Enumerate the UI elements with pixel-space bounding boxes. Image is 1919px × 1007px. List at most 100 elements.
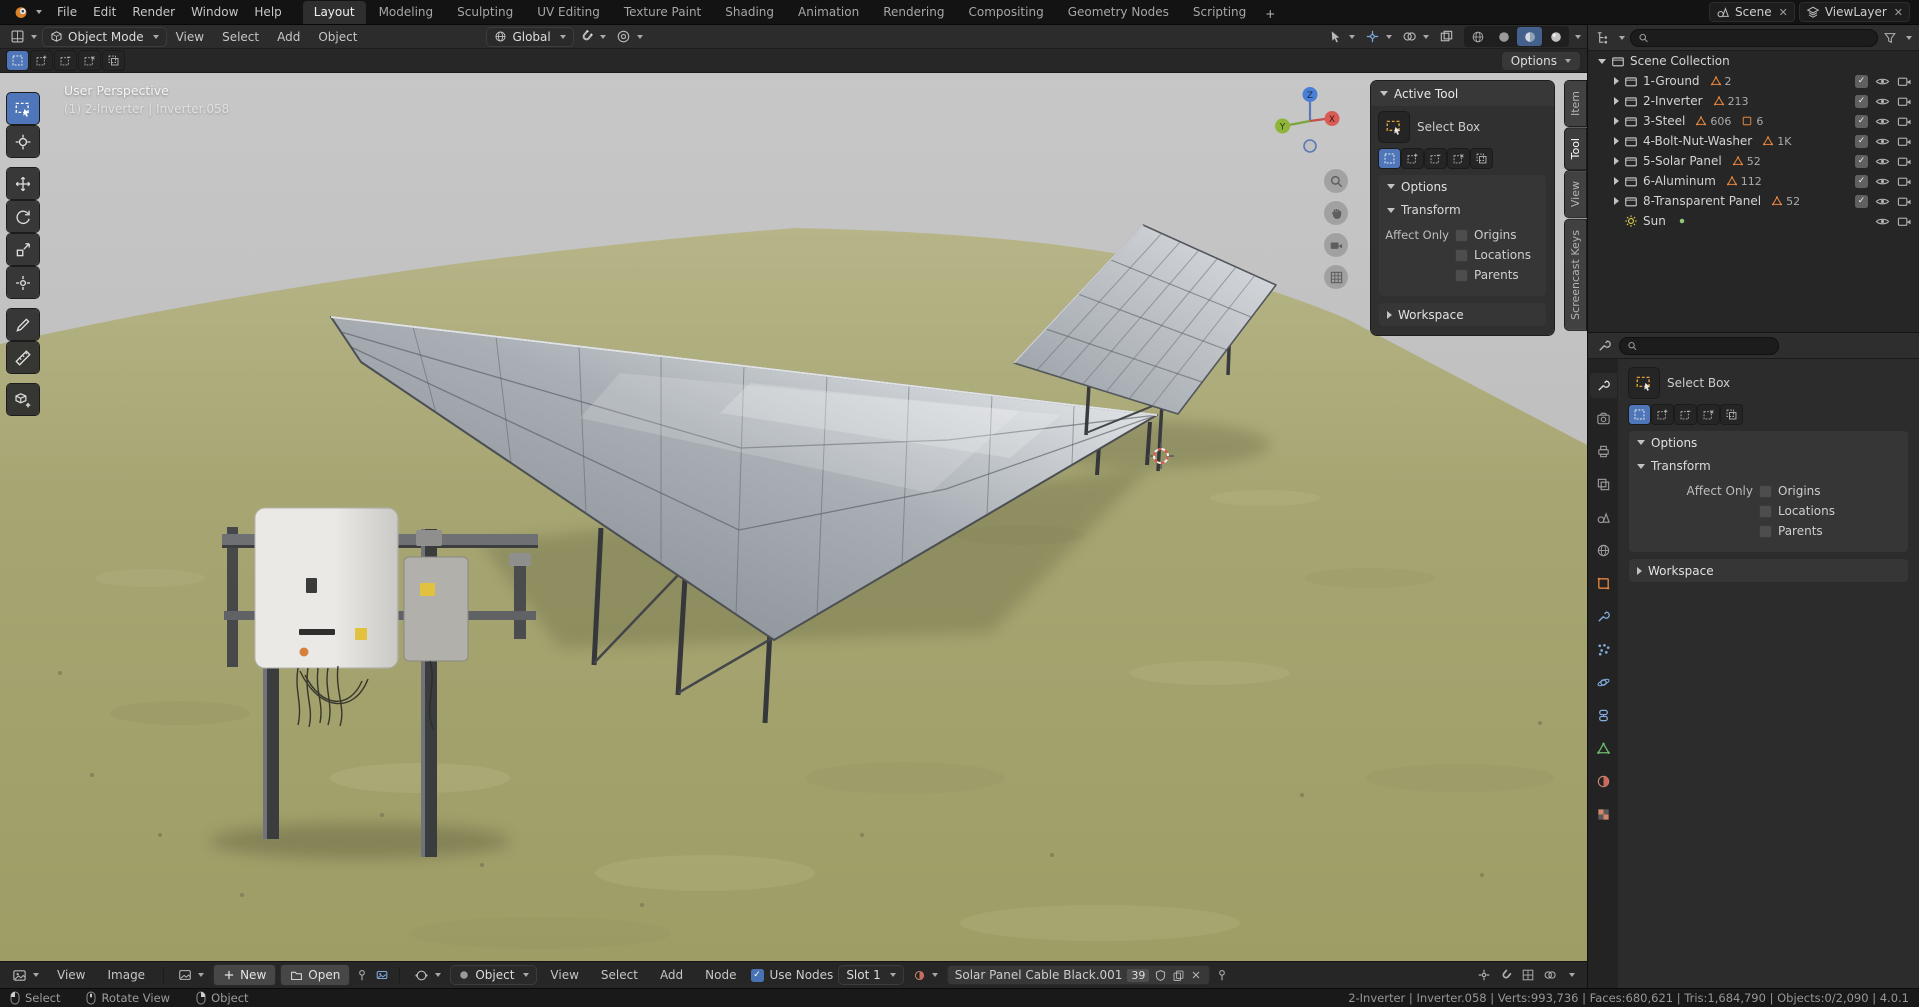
navigation-gizmo[interactable]: Z Y X bbox=[1268, 79, 1352, 163]
chevron-down-icon[interactable] bbox=[1619, 35, 1625, 40]
tab-compositing[interactable]: Compositing bbox=[957, 1, 1054, 24]
active-tool-button[interactable] bbox=[1629, 368, 1659, 398]
material-name-field[interactable]: Solar Panel Cable Black.001 39 bbox=[947, 966, 1210, 984]
sidebar-tab-tool[interactable]: Tool bbox=[1565, 128, 1586, 170]
expand-arrow-icon[interactable] bbox=[1614, 157, 1619, 165]
active-tool-panel-header[interactable]: Active Tool bbox=[1371, 81, 1554, 106]
shader-type-dropdown[interactable]: Object bbox=[451, 966, 537, 984]
menu-view[interactable]: View bbox=[168, 27, 212, 47]
tool-rotate[interactable] bbox=[7, 201, 39, 232]
pin-icon[interactable] bbox=[355, 968, 369, 982]
tool-annotate[interactable] bbox=[7, 309, 39, 340]
expand-arrow-icon[interactable] bbox=[1598, 58, 1606, 64]
use-nodes-checkbox[interactable]: ✓ bbox=[750, 968, 764, 982]
select-mode-extend-button[interactable] bbox=[1402, 149, 1423, 168]
material-users-badge[interactable]: 39 bbox=[1127, 968, 1150, 982]
outliner-row-ground[interactable]: 1-Ground 2 ✓ bbox=[1588, 71, 1919, 91]
duplicate-data-icon[interactable] bbox=[1172, 969, 1185, 982]
select-mode-subtract-button[interactable] bbox=[1675, 405, 1696, 424]
menu-image-view[interactable]: View bbox=[49, 965, 93, 985]
hide-viewport-icon[interactable] bbox=[1875, 214, 1890, 229]
unlink-icon[interactable] bbox=[1190, 969, 1202, 981]
pan-button[interactable] bbox=[1324, 201, 1348, 225]
menu-node-select[interactable]: Select bbox=[593, 965, 646, 985]
blender-menu-button[interactable] bbox=[6, 4, 49, 20]
options-section-header[interactable]: Options bbox=[1379, 175, 1546, 198]
disable-render-icon[interactable] bbox=[1897, 174, 1912, 189]
outliner-row-scene-collection[interactable]: Scene Collection bbox=[1588, 51, 1919, 71]
shading-solid-button[interactable] bbox=[1491, 27, 1516, 46]
menu-render[interactable]: Render bbox=[124, 2, 183, 22]
tool-select-box[interactable] bbox=[7, 93, 39, 124]
exclude-checkbox[interactable]: ✓ bbox=[1855, 154, 1868, 168]
scene-render[interactable] bbox=[0, 73, 1587, 961]
tab-geometry-nodes[interactable]: Geometry Nodes bbox=[1057, 1, 1180, 24]
disable-render-icon[interactable] bbox=[1897, 94, 1912, 109]
zoom-button[interactable] bbox=[1324, 169, 1348, 193]
browse-material-button[interactable] bbox=[909, 967, 942, 984]
exclude-checkbox[interactable]: ✓ bbox=[1855, 174, 1868, 188]
disable-render-icon[interactable] bbox=[1897, 114, 1912, 129]
menu-file[interactable]: File bbox=[49, 2, 85, 22]
select-mode-set-button[interactable] bbox=[1379, 149, 1400, 168]
tool-options-dropdown[interactable]: Options bbox=[1501, 51, 1580, 70]
select-mode-subtract-button[interactable] bbox=[1425, 149, 1446, 168]
tool-measure[interactable] bbox=[7, 342, 39, 373]
select-mode-intersect-button[interactable] bbox=[1471, 149, 1492, 168]
parents-checkbox[interactable] bbox=[1759, 524, 1772, 538]
sidebar-tab-item[interactable]: Item bbox=[1565, 81, 1586, 127]
disable-render-icon[interactable] bbox=[1897, 194, 1912, 209]
filter-icon[interactable] bbox=[1883, 31, 1897, 45]
shading-wireframe-button[interactable] bbox=[1465, 27, 1490, 46]
tab-physics-properties[interactable] bbox=[1590, 670, 1617, 695]
overlays-toggle-button[interactable] bbox=[1398, 27, 1433, 46]
tab-animation[interactable]: Animation bbox=[787, 1, 870, 24]
properties-search-input[interactable] bbox=[1642, 338, 1771, 353]
proportional-editing-button[interactable] bbox=[612, 27, 647, 46]
outliner-search-input[interactable] bbox=[1654, 30, 1870, 45]
hide-viewport-icon[interactable] bbox=[1875, 154, 1890, 169]
tab-scripting[interactable]: Scripting bbox=[1182, 1, 1257, 24]
tab-tool-properties[interactable] bbox=[1589, 373, 1617, 398]
camera-view-button[interactable] bbox=[1324, 233, 1348, 257]
outliner-search[interactable] bbox=[1630, 28, 1878, 47]
outliner-row-bolt-nut-washer[interactable]: 4-Bolt-Nut-Washer 1K ✓ bbox=[1588, 131, 1919, 151]
select-mode-invert-button[interactable] bbox=[79, 51, 100, 70]
exclude-checkbox[interactable]: ✓ bbox=[1855, 94, 1868, 108]
open-image-button[interactable]: Open bbox=[281, 965, 350, 985]
select-mode-invert-button[interactable] bbox=[1448, 149, 1469, 168]
expand-arrow-icon[interactable] bbox=[1614, 177, 1619, 185]
tab-modeling[interactable]: Modeling bbox=[368, 1, 445, 24]
tab-object-properties[interactable] bbox=[1590, 571, 1617, 596]
tab-shading[interactable]: Shading bbox=[714, 1, 785, 24]
menu-node-view[interactable]: View bbox=[542, 965, 586, 985]
tab-rendering[interactable]: Rendering bbox=[872, 1, 955, 24]
menu-add[interactable]: Add bbox=[269, 27, 308, 47]
tool-move[interactable] bbox=[7, 168, 39, 199]
toggle-ortho-button[interactable] bbox=[1324, 265, 1348, 289]
tab-scene-properties[interactable] bbox=[1590, 505, 1617, 530]
menu-edit[interactable]: Edit bbox=[85, 2, 124, 22]
sidebar-tab-screencast-keys[interactable]: Screencast Keys bbox=[1565, 219, 1586, 330]
disable-render-icon[interactable] bbox=[1897, 74, 1912, 89]
snap-toggle-button[interactable] bbox=[575, 27, 610, 46]
exclude-checkbox[interactable]: ✓ bbox=[1855, 74, 1868, 88]
select-mode-intersect-button[interactable] bbox=[103, 51, 124, 70]
properties-editor-icon[interactable] bbox=[1597, 338, 1612, 353]
hide-viewport-icon[interactable] bbox=[1875, 194, 1890, 209]
image-editor-type-button[interactable] bbox=[8, 966, 43, 985]
transform-subsection-header[interactable]: Transform bbox=[1635, 454, 1902, 478]
outliner-row-steel[interactable]: 3-Steel 606 6 ✓ bbox=[1588, 111, 1919, 131]
outliner-row-aluminum[interactable]: 6-Aluminum 112 ✓ bbox=[1588, 171, 1919, 191]
active-tool-button[interactable] bbox=[1379, 112, 1409, 142]
parents-checkbox[interactable] bbox=[1455, 268, 1468, 282]
hide-viewport-icon[interactable] bbox=[1875, 94, 1890, 109]
slot-dropdown[interactable]: Slot 1 bbox=[839, 966, 903, 984]
new-image-button[interactable]: New bbox=[214, 965, 276, 985]
overlays-icon[interactable] bbox=[1543, 968, 1557, 982]
shading-rendered-button[interactable] bbox=[1543, 27, 1568, 46]
hide-viewport-icon[interactable] bbox=[1875, 74, 1890, 89]
select-mode-set-button[interactable] bbox=[1629, 405, 1650, 424]
disable-render-icon[interactable] bbox=[1897, 214, 1912, 229]
unlink-scene-icon[interactable]: ✕ bbox=[1779, 6, 1788, 19]
